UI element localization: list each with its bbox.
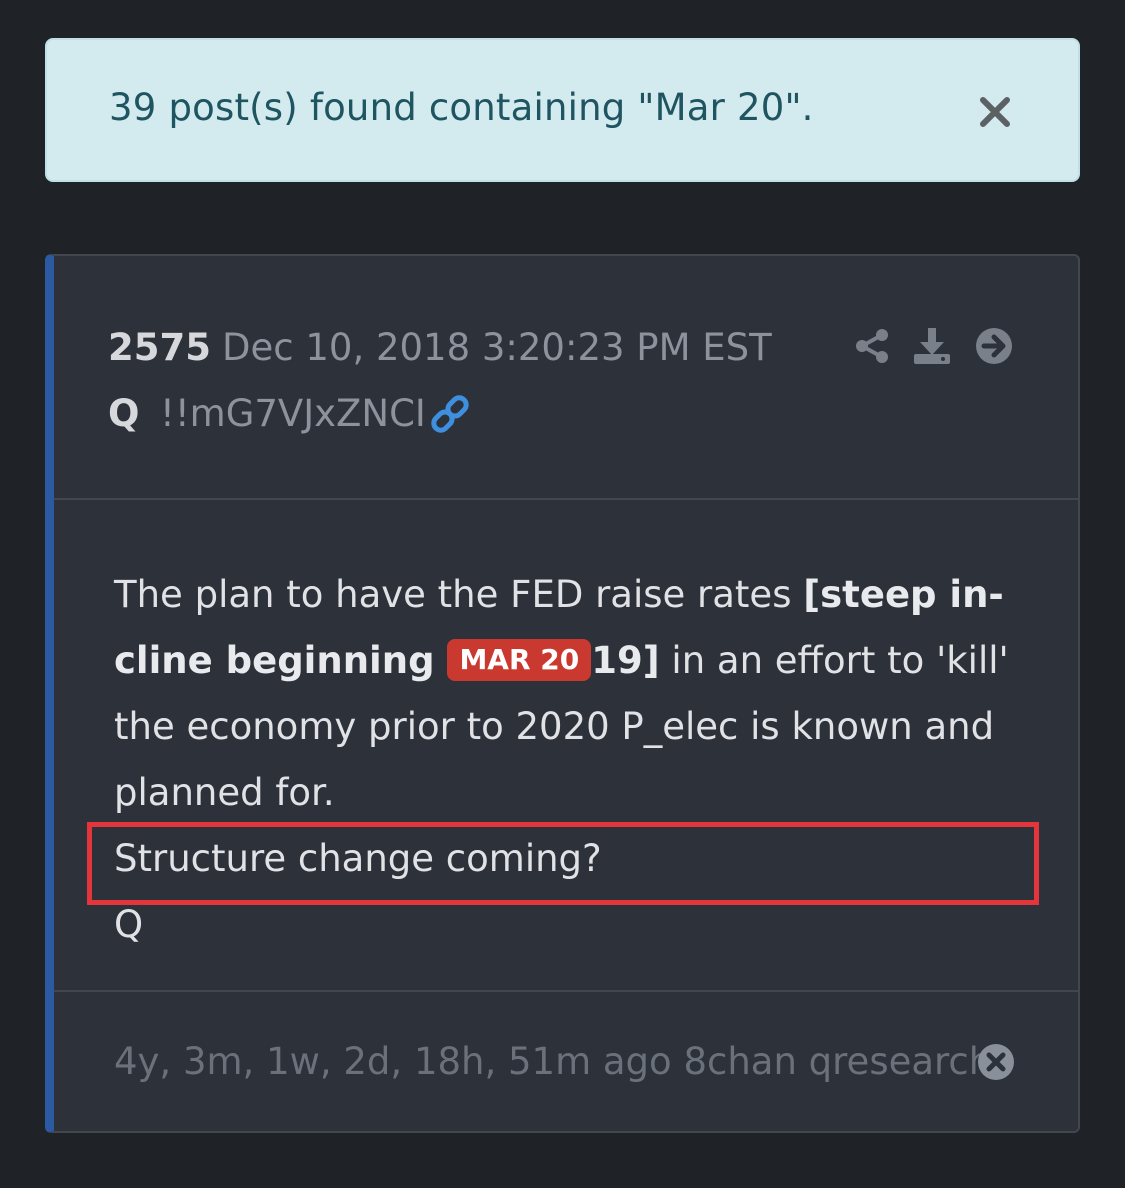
arrow-right-circle-icon[interactable] [974,326,1014,366]
post-footer: 4y, 3m, 1w, 2d, 18h, 51m ago 8chan qrese… [114,1040,992,1083]
search-match-tag: MAR 20 [447,639,592,681]
header-divider [54,498,1078,500]
relative-time: 4y, 3m, 1w, 2d, 18h, 51m ago [114,1040,672,1083]
post-timestamp: Dec 10, 2018 3:20:23 PM EST [222,326,772,369]
search-result-alert: 39 post(s) found containing "Mar 20". [45,38,1080,182]
link-icon[interactable] [428,392,472,436]
body-text-part: The plan to have the FED raise rates [114,573,804,616]
body-signature: Q [114,903,144,946]
download-icon[interactable] [912,326,952,366]
body-bold-text-end: 19] [591,639,660,682]
close-circle-icon[interactable] [976,1042,1016,1082]
footer-divider [54,990,1078,992]
close-x-icon[interactable] [975,92,1015,132]
red-highlight-box [87,822,1039,905]
post-tripcode: !!mG7VJxZNCI [160,392,426,435]
post-header: 2575 Dec 10, 2018 3:20:23 PM EST Q !!mG7… [54,256,1078,500]
post-author: Q [108,392,140,435]
post-source: 8chan qresearch [683,1040,993,1083]
share-icon[interactable] [852,326,892,366]
post-number: 2575 [108,326,211,369]
post-card: 2575 Dec 10, 2018 3:20:23 PM EST Q !!mG7… [45,254,1080,1133]
alert-message: 39 post(s) found containing "Mar 20". [109,86,814,129]
